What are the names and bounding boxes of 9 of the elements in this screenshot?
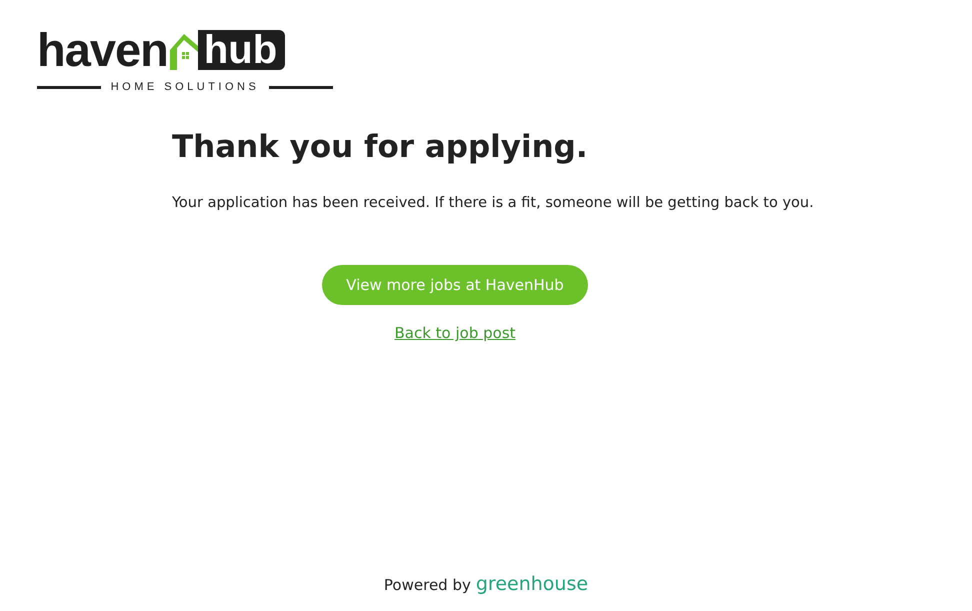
logo-tagline: HOME SOLUTIONS: [110, 81, 260, 93]
brand-logo-text: greenhouse: [476, 573, 588, 595]
confirmation-message: Your application has been received. If there is a fit, someone will be getting back to you.: [172, 195, 815, 211]
page-heading: Thank you for applying.: [172, 129, 589, 165]
back-link[interactable]: Back to job post: [394, 324, 516, 342]
logo-text: haven: [37, 30, 168, 70]
powered-by-text: Powered by: [384, 576, 471, 594]
view-jobs-button[interactable]: View more jobs at HavenHub: [322, 265, 588, 305]
logo-text: hub: [198, 30, 286, 70]
